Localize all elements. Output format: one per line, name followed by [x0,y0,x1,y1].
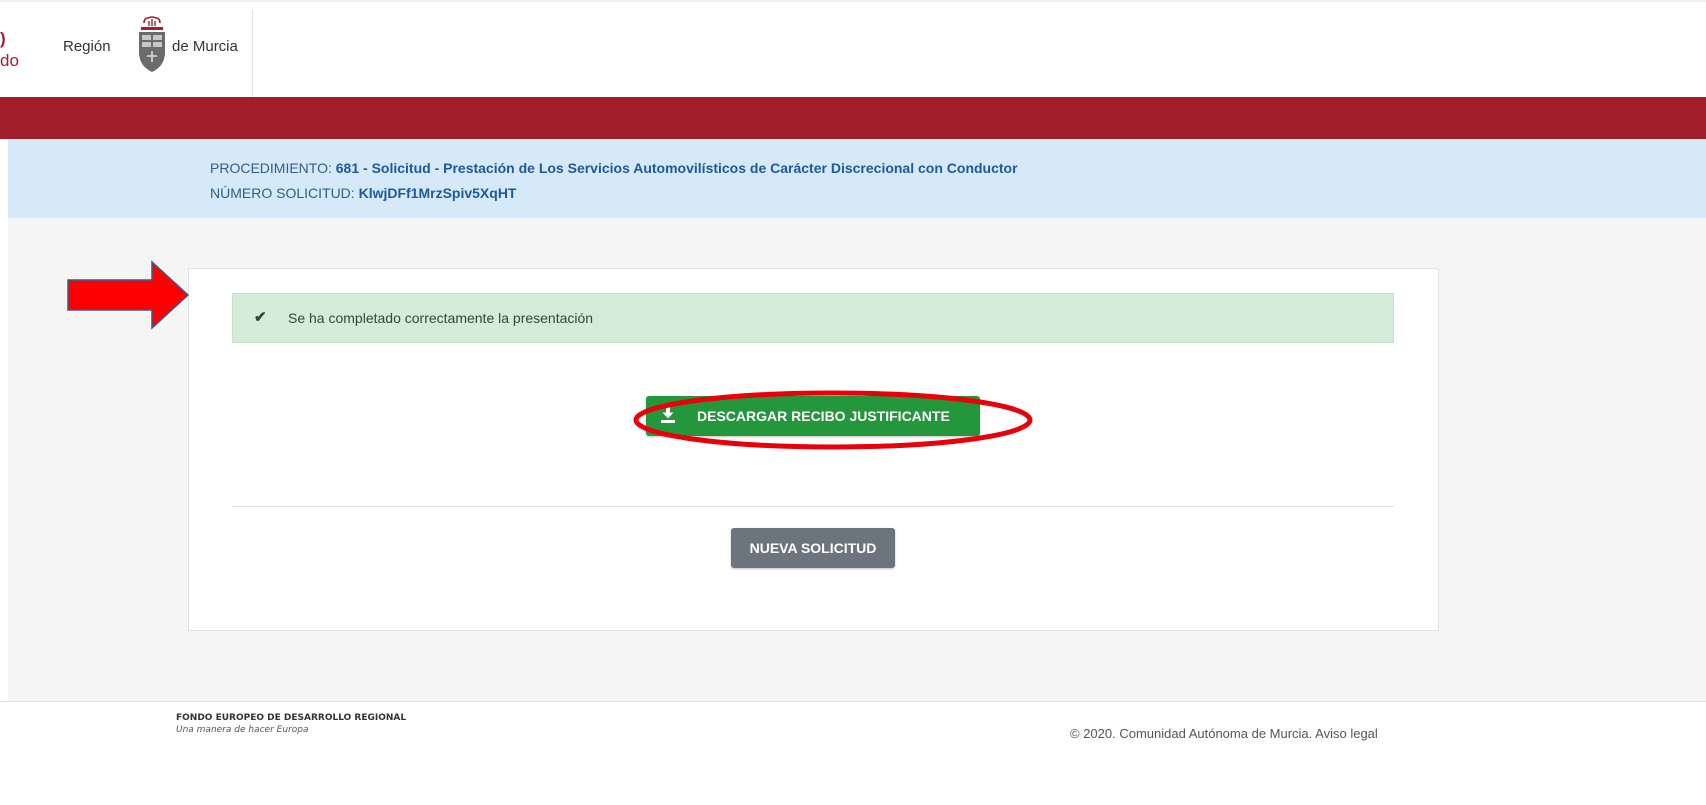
procedure-line: PROCEDIMIENTO: 681 - Solicitud - Prestac… [210,160,1018,176]
feder-motto-text: Una manera de hacer Europa [176,725,309,735]
region-murcia-logo[interactable]: Región de Murcia [55,10,253,97]
site-footer: FONDO EUROPEO DE DESARROLLO REGIONAL Una… [0,701,1706,805]
copyright-legal-link[interactable]: © 2020. Comunidad Autónoma de Murcia. Av… [1070,726,1378,741]
feder-fund-text: FONDO EUROPEO DE DESARROLLO REGIONAL [176,713,407,723]
coat-of-arms-icon [139,16,165,72]
header-red-band [0,97,1706,139]
header-top-border [0,0,1706,2]
procedure-label: PROCEDIMIENTO: [210,160,332,176]
brand-text-murcia: de Murcia [172,38,238,55]
success-alert: ✔ Se ha completado correctamente la pres… [232,293,1394,343]
request-number-line: NÚMERO SOLICITUD: KlwjDFf1MrzSpiv5XqHT [210,185,516,201]
success-message: Se ha completado correctamente la presen… [288,310,594,326]
site-header: ) do Región de Murcia [0,0,1706,97]
download-icon [661,407,675,423]
check-icon: ✔ [254,309,267,326]
left-logo-fragment-bottom: do [0,51,19,70]
left-logo-fragment: ) do [0,28,19,72]
new-request-button[interactable]: NUEVA SOLICITUD [731,528,895,568]
download-receipt-label: DESCARGAR RECIBO JUSTIFICANTE [697,408,950,424]
procedure-info-band: PROCEDIMIENTO: 681 - Solicitud - Prestac… [0,139,1706,218]
card-divider [232,506,1394,507]
red-arrow-annotation [67,260,190,330]
request-number-value: KlwjDFf1MrzSpiv5XqHT [358,185,517,201]
request-number-label: NÚMERO SOLICITUD: [210,185,355,201]
left-logo-fragment-top: ) [0,29,6,48]
download-receipt-button[interactable]: DESCARGAR RECIBO JUSTIFICANTE [646,396,980,436]
brand-text-region: Región [63,38,111,55]
procedure-value: 681 - Solicitud - Prestación de Los Serv… [335,160,1018,176]
